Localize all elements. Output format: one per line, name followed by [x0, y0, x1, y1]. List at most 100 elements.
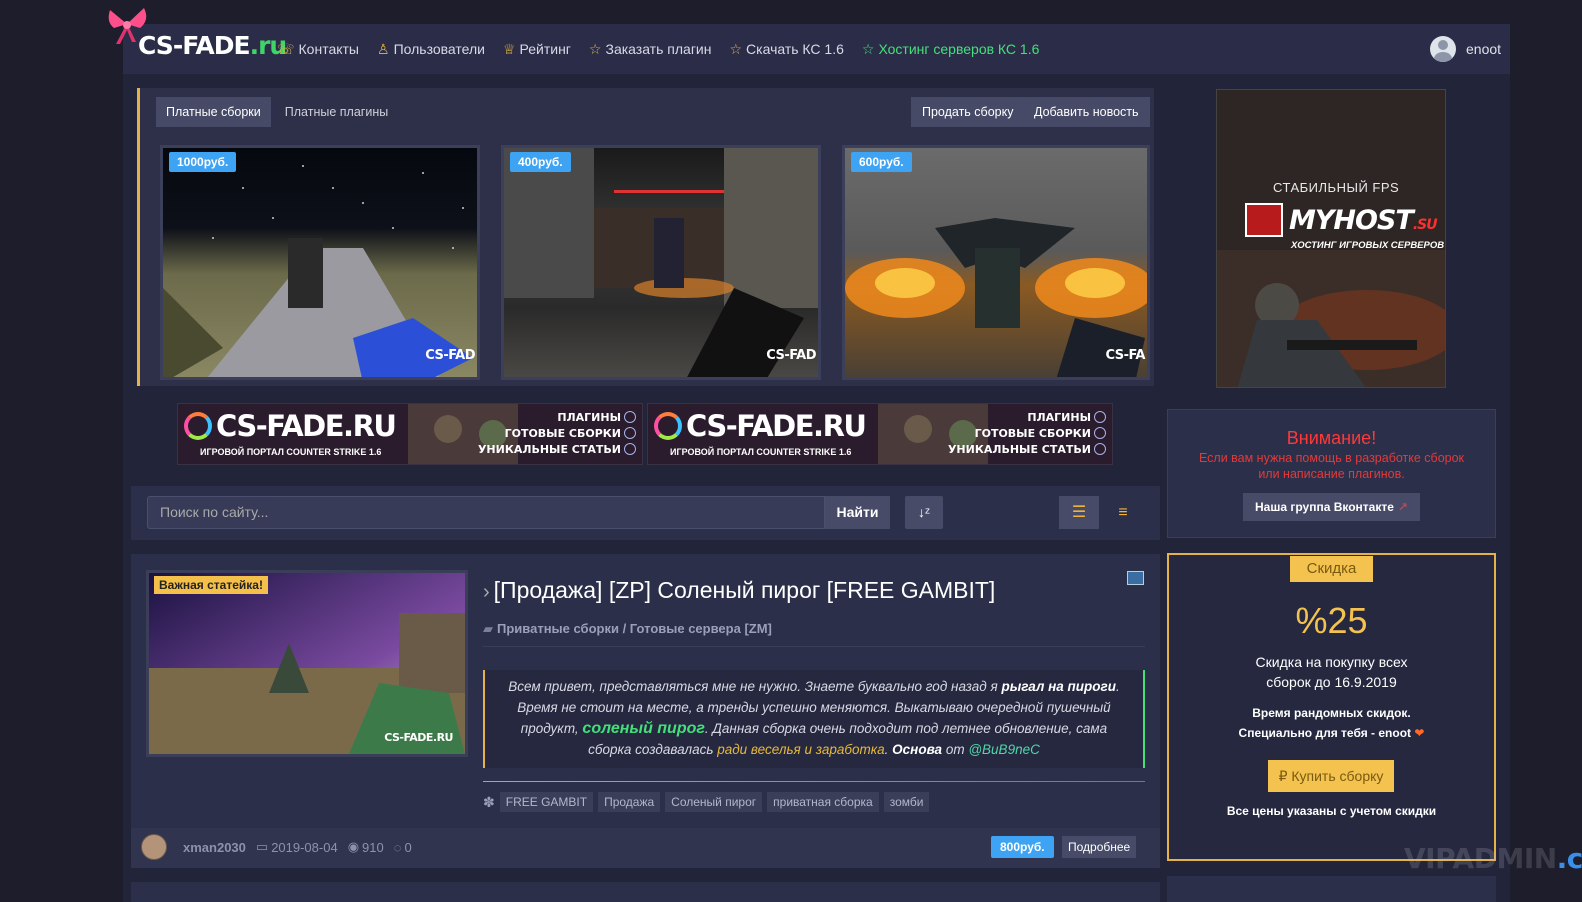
watermark-text: VIPADMIN: [1404, 842, 1557, 875]
nav-order-plugin[interactable]: ☆ Заказать плагин: [589, 40, 712, 58]
nav-download-cs[interactable]: ☆ Скачать КС 1.6: [729, 40, 843, 58]
excerpt-highlight: соленый пирог: [582, 720, 705, 737]
user-menu[interactable]: enoot: [1430, 36, 1501, 62]
check-icon: [1094, 427, 1106, 439]
watermark-text: CS-FAD: [425, 348, 475, 363]
check-icon: [624, 443, 636, 455]
more-button[interactable]: Подробнее: [1062, 836, 1137, 858]
tab-paid-plugins[interactable]: Платные плагины: [275, 97, 398, 127]
ad-subtitle: ИГРОВОЙ ПОРТАЛ COUNTER STRIKE 1.6: [200, 447, 382, 457]
discount-note: Время рандомных скидок. Специально для т…: [1167, 703, 1496, 743]
site-logo[interactable]: CS-FADE.ru: [138, 32, 287, 60]
main-nav: ☏ Контакты ♙ Пользователи ♕ Рейтинг ☆ Заказа…: [277, 40, 1057, 58]
nav-users[interactable]: ♙ Пользователи: [377, 40, 485, 58]
important-badge: Важная статейка!: [154, 576, 268, 594]
star-icon: ☆: [861, 40, 875, 57]
vk-button-label: Наша группа Вконтакте: [1255, 500, 1394, 514]
banner-image: [1217, 90, 1445, 387]
author-name[interactable]: xman2030: [183, 840, 246, 855]
vk-group-button[interactable]: Наша группа Вконтакте ↗: [1243, 493, 1420, 521]
tag[interactable]: Соленый пирог: [665, 792, 763, 812]
article-title[interactable]: › [Продажа] [ZP] Соленый пирог [FREE GAMB…: [483, 577, 995, 604]
ad-title: CS-FADE.RU: [216, 409, 397, 443]
ad-logo: CS-FADE.RU: [184, 409, 397, 443]
date-text: 2019-08-04: [271, 839, 338, 855]
excerpt-mention[interactable]: @BuB9neC: [968, 742, 1040, 757]
game-scene-image: [845, 218, 1147, 377]
nav-rating[interactable]: ♕ Рейтинг: [503, 40, 571, 58]
tab-paid-builds[interactable]: Платные сборки: [156, 97, 271, 127]
discount-line: Скидка на покупку всех: [1255, 654, 1408, 670]
next-card-edge: [131, 882, 1160, 902]
nav-label: Хостинг серверов КС 1.6: [878, 41, 1040, 57]
sort-button[interactable]: ↓ᶻ: [905, 496, 943, 529]
excerpt-bold: Основа: [892, 742, 943, 757]
comments-count: 0: [404, 839, 412, 855]
article-category[interactable]: ▰ Приватные сборки / Готовые сервера [ZM]: [483, 621, 772, 637]
slider-item[interactable]: 1000руб. CS-FAD: [160, 145, 480, 380]
chevron-right-icon: ›: [483, 581, 490, 603]
next-widget-edge: [1167, 876, 1496, 902]
ad-banner[interactable]: CS-FADE.RU ИГРОВОЙ ПОРТАЛ COUNTER STRIKE…: [647, 403, 1113, 465]
article-title-text: [Продажа] [ZP] Соленый пирог [FREE GAMBI…: [493, 577, 996, 603]
sell-build-button[interactable]: Продать сборку: [911, 97, 1025, 127]
trophy-icon: ♕: [502, 40, 516, 57]
ad-feature: ГОТОВЫЕ СБОРКИ: [974, 427, 1091, 440]
calendar-icon: ▭: [255, 839, 269, 854]
discount-note-line: Время рандомных скидок.: [1252, 706, 1411, 720]
article-thumbnail[interactable]: Важная статейка! CS-FADE.RU: [146, 570, 468, 757]
ad-feature: ГОТОВЫЕ СБОРКИ: [504, 427, 621, 440]
nav-hosting[interactable]: ☆ Хостинг серверов КС 1.6: [862, 40, 1040, 58]
add-news-button[interactable]: Добавить новость: [1023, 97, 1150, 127]
prices-note: Все цены указаны с учетом скидки: [1226, 804, 1437, 818]
tag[interactable]: Продажа: [598, 792, 661, 812]
list-compact-icon: ≡: [1118, 504, 1128, 521]
ad-feature-list: ПЛАГИНЫ ГОТОВЫЕ СБОРКИ УНИКАЛЬНЫЕ СТАТЬИ: [948, 410, 1106, 458]
view-list-compact-button[interactable]: ≡: [1106, 496, 1140, 529]
ad-feature: УНИКАЛЬНЫЕ СТАТЬИ: [947, 443, 1091, 456]
users-icon: ♙: [377, 40, 390, 57]
ad-subtitle: ИГРОВОЙ ПОРТАЛ COUNTER STRIKE 1.6: [670, 447, 852, 457]
search-button[interactable]: Найти: [825, 496, 890, 529]
author-avatar[interactable]: [141, 834, 167, 860]
slider-item[interactable]: 600руб. CS-FA: [842, 145, 1150, 380]
slider-item[interactable]: 400руб. CS-FAD: [501, 145, 821, 380]
price-button[interactable]: 800руб.: [991, 836, 1054, 858]
article-excerpt: Всем привет, представляться мне не нужно…: [483, 670, 1145, 768]
divider: [483, 646, 1145, 647]
check-icon: [624, 427, 636, 439]
hosting-banner[interactable]: СТАБИЛЬНЫЙ FPS MYHOST.SU ХОСТИНГ ИГРОВЫХ…: [1216, 89, 1446, 388]
nav-label: Контакты: [298, 41, 359, 57]
ad-title: CS-FADE.RU: [686, 409, 867, 443]
search-input[interactable]: Поиск по сайту...: [147, 496, 825, 529]
tag[interactable]: зомби: [883, 792, 930, 812]
price-badge: 600руб.: [851, 152, 912, 172]
watermark-text: CS-FAD: [766, 348, 816, 363]
myhost-logo: MYHOST.SU: [1245, 203, 1438, 237]
thumbnail-image: [149, 573, 465, 754]
cs-logo-icon: [184, 412, 212, 440]
category-text: Приватные сборки / Готовые сервера [ZM]: [497, 621, 772, 636]
server-icon: [1245, 203, 1283, 237]
list-detailed-icon: ☰: [1071, 504, 1087, 521]
tag[interactable]: FREE GAMBIT: [499, 792, 594, 812]
ad-logo: CS-FADE.RU: [654, 409, 867, 443]
attention-text: Если вам нужна помощь в разработке сборо…: [1198, 451, 1465, 481]
nav-contacts[interactable]: ☏ Контакты: [277, 40, 359, 58]
discount-note-line: Специально для тебя - enoot: [1238, 726, 1412, 740]
username: enoot: [1466, 41, 1502, 57]
user-avatar-icon: [1430, 36, 1456, 62]
view-list-detailed-button[interactable]: ☰: [1059, 496, 1099, 529]
ad-banner[interactable]: CS-FADE.RU ИГРОВОЙ ПОРТАЛ COUNTER STRIKE…: [177, 403, 643, 465]
watermark-text: CS-FA: [1105, 348, 1146, 363]
ad-feature: ПЛАГИНЫ: [1027, 411, 1091, 424]
buy-build-button[interactable]: ₽ Купить сборку: [1268, 760, 1394, 792]
watermark-suffix: .club: [1556, 842, 1582, 875]
slider-tabs: Платные сборки Платные плагины: [156, 97, 398, 127]
check-icon: [1094, 411, 1106, 423]
banner-subtitle: ХОСТИНГ ИГРОВЫХ СЕРВЕРОВ: [1291, 240, 1445, 251]
price-badge: 1000руб.: [169, 152, 237, 172]
banner-tagline: СТАБИЛЬНЫЙ FPS: [1273, 180, 1400, 195]
discount-description: Скидка на покупку всех сборок до 16.9.20…: [1167, 652, 1496, 692]
tag[interactable]: приватная сборка: [767, 792, 879, 812]
